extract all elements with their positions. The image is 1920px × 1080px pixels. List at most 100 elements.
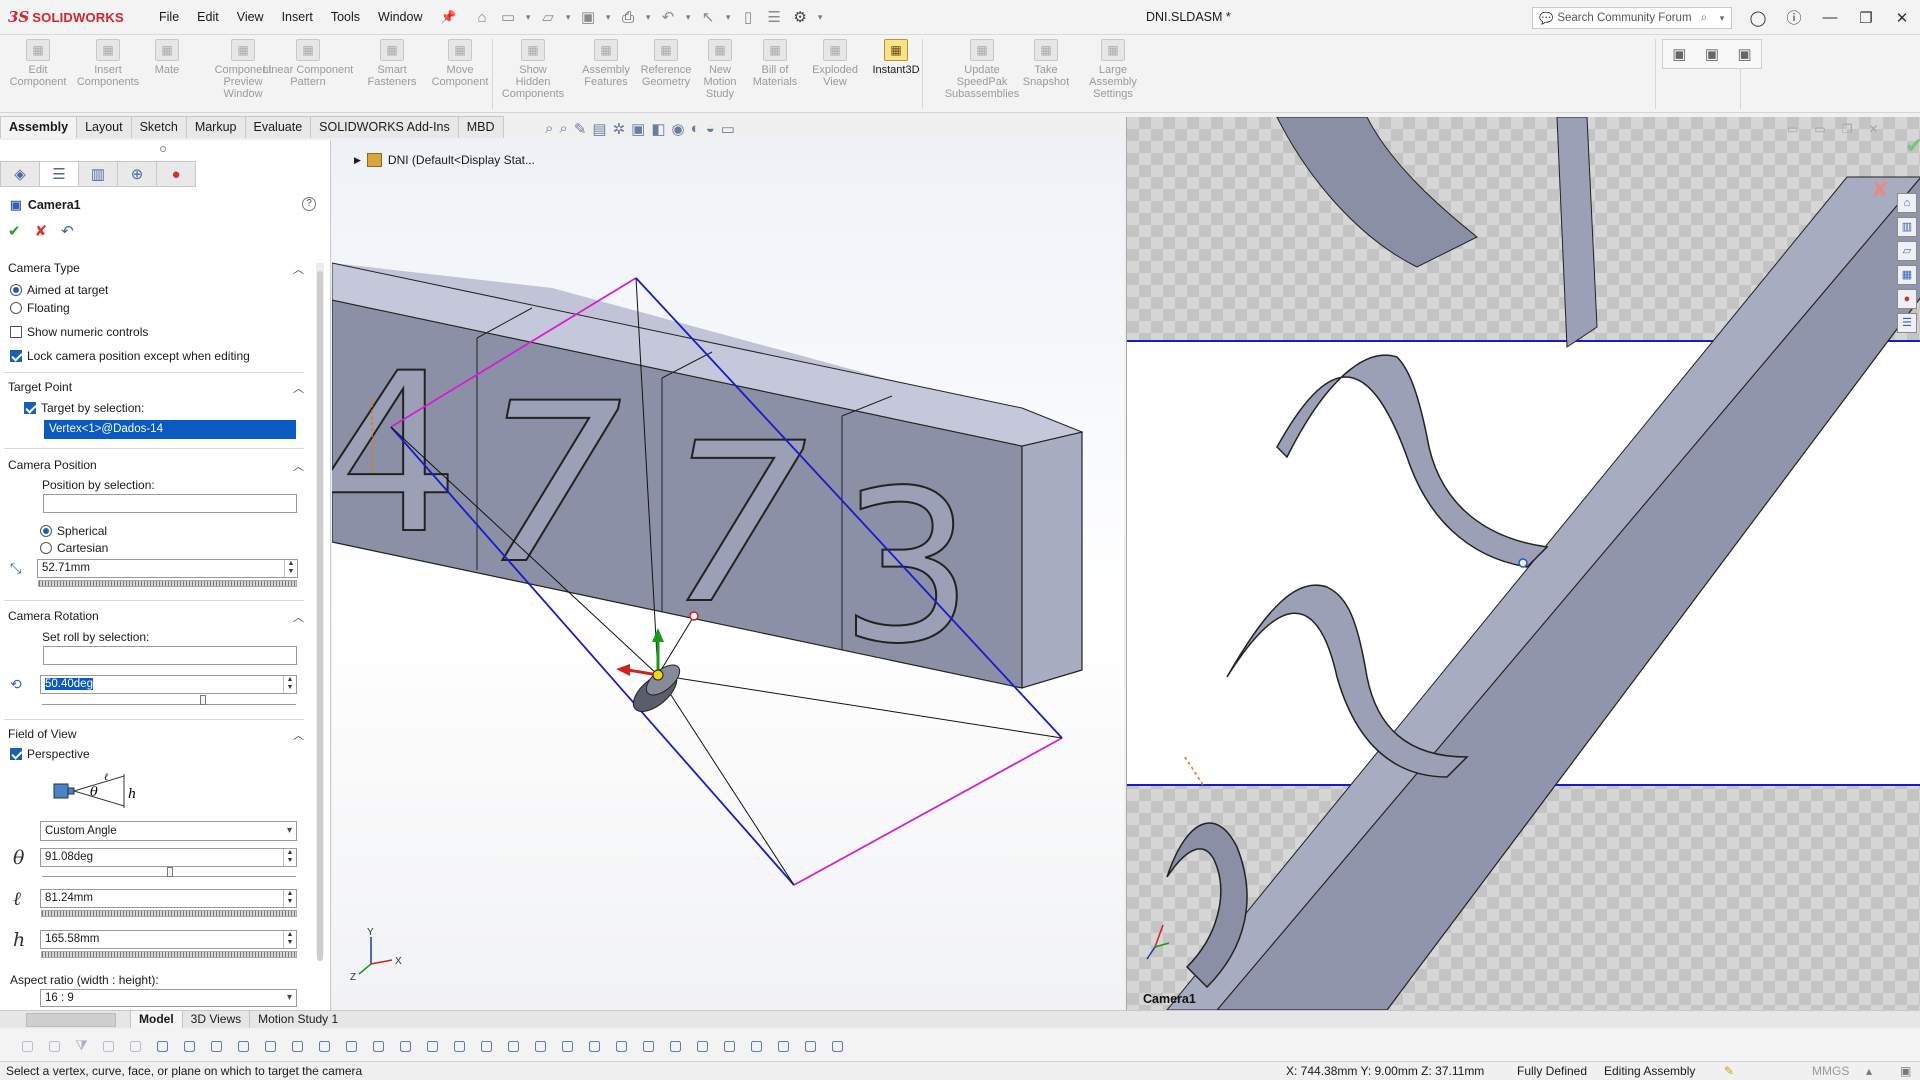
zoom-area-icon[interactable]: ⌕ bbox=[559, 120, 567, 138]
radio-button[interactable] bbox=[10, 302, 22, 314]
undo-icon[interactable]: ↶ bbox=[657, 6, 679, 28]
solidworks-logo[interactable]: 3S SOLIDWORKS bbox=[8, 8, 148, 26]
command-pattern[interactable]: ▦ Linear Component Pattern bbox=[258, 39, 358, 88]
view-orientation-icon[interactable]: ▣ bbox=[631, 120, 645, 138]
appearances-icon[interactable]: ● bbox=[1897, 289, 1917, 309]
scrollbar-thumb[interactable] bbox=[317, 271, 323, 961]
filter-surface-finish-icon[interactable]: ▢ bbox=[504, 1036, 523, 1055]
search-icon[interactable]: ⌕ bbox=[1695, 12, 1713, 25]
filter-edge-icon[interactable]: ▢ bbox=[180, 1036, 199, 1055]
tab-layout[interactable]: Layout bbox=[76, 116, 132, 138]
chevron-down-icon[interactable]: ▾ bbox=[603, 12, 613, 23]
restore-icon[interactable]: ❐ bbox=[1848, 9, 1884, 27]
select-arrow-icon[interactable]: ↖ bbox=[697, 6, 719, 28]
filter-gtol-icon[interactable]: ▢ bbox=[531, 1036, 550, 1055]
dynamic-annotation-icon[interactable]: ✲ bbox=[613, 120, 626, 138]
configuration-manager-icon[interactable]: ▥ bbox=[78, 161, 118, 187]
collapse-chevron-icon[interactable]: ︿ bbox=[293, 261, 304, 277]
theta-slider[interactable] bbox=[42, 867, 296, 877]
filter-note-icon[interactable]: ▢ bbox=[558, 1036, 577, 1055]
filter-select-icon[interactable]: ▢ bbox=[99, 1036, 118, 1055]
previous-view-icon[interactable]: ✎ bbox=[574, 120, 587, 138]
filter-sketch-segment-icon[interactable]: ▢ bbox=[369, 1036, 388, 1055]
filter-weld-icon[interactable]: ▢ bbox=[612, 1036, 631, 1055]
checkbox[interactable] bbox=[24, 402, 36, 414]
view-settings-icon[interactable]: ▭ bbox=[721, 120, 735, 138]
radio-button[interactable] bbox=[40, 525, 52, 537]
panel-grip[interactable] bbox=[160, 146, 166, 152]
triad-origin[interactable] bbox=[652, 669, 664, 681]
section-camera-rotation[interactable]: Camera Rotation ︿ bbox=[8, 609, 304, 625]
filter-sketch-point-icon[interactable]: ▢ bbox=[342, 1036, 361, 1055]
collapse-chevron-icon[interactable]: ︿ bbox=[293, 609, 304, 625]
tab-evaluate[interactable]: Evaluate bbox=[244, 116, 312, 138]
height-field[interactable]: 165.58mm ▲ ▼ bbox=[40, 930, 297, 949]
roll-field[interactable]: 50.40deg ▲ ▼ bbox=[40, 675, 297, 694]
undo-icon[interactable]: ↶ bbox=[61, 222, 74, 240]
model-scene[interactable]: 4 7 7 3 Y X Z bbox=[332, 140, 1124, 1010]
user-icon[interactable]: ◯ bbox=[1740, 9, 1776, 27]
radio-floating[interactable]: Floating bbox=[10, 301, 70, 315]
filter-more-icon[interactable]: ▢ bbox=[828, 1036, 847, 1055]
filter-datum-target-icon[interactable]: ▢ bbox=[666, 1036, 685, 1055]
scene-icon[interactable]: ◒ bbox=[706, 120, 715, 138]
slider-thumb[interactable] bbox=[167, 867, 173, 877]
options-gear-icon[interactable]: ⚙ bbox=[789, 6, 811, 28]
filter-face-icon[interactable]: ▢ bbox=[207, 1036, 226, 1055]
camera-viewport[interactable]: ✔ ✘ ▭ ▭ ❐ ✕ ⌂ ▥ ▱ ▦ ● ☰ Camera1 bbox=[1126, 117, 1920, 1010]
feature-manager-icon[interactable]: ◈ bbox=[0, 161, 40, 187]
confirm-corner-check-icon[interactable]: ✔ bbox=[1905, 133, 1920, 158]
filter-midpoint-icon[interactable]: ▢ bbox=[396, 1036, 415, 1055]
command-speedpak[interactable]: ▦ Update SpeedPak Subassemblies bbox=[933, 39, 1031, 100]
spin-arrows-icon[interactable]: ▲ ▼ bbox=[283, 849, 296, 866]
filter-center-mark-icon[interactable]: ▢ bbox=[423, 1036, 442, 1055]
section-field-of-view[interactable]: Field of View ︿ bbox=[8, 727, 304, 743]
slider-thumb[interactable] bbox=[200, 695, 206, 705]
command-motion-study[interactable]: ▦ New Motion Study bbox=[694, 39, 746, 100]
command-fastener[interactable]: ▦ Smart Fasteners bbox=[362, 39, 422, 88]
radio-button[interactable] bbox=[40, 542, 52, 554]
status-options-icon[interactable]: ▣ bbox=[1900, 1064, 1911, 1078]
filter-vertex-icon[interactable]: ▢ bbox=[153, 1036, 172, 1055]
cancel-x-icon[interactable]: ✘ bbox=[35, 222, 48, 240]
command-mate[interactable]: ▦ Mate bbox=[150, 39, 184, 76]
command-assembly-features[interactable]: ▦ Assembly Features bbox=[578, 39, 634, 88]
chevron-down-icon[interactable]: ▾ bbox=[723, 12, 733, 23]
menu-window[interactable]: Window bbox=[369, 0, 431, 35]
command-edit-component[interactable]: ▦ Edit Component bbox=[8, 39, 68, 88]
chevron-down-icon[interactable]: ▾ bbox=[523, 12, 533, 23]
radio-aimed[interactable]: Aimed at target bbox=[10, 283, 108, 297]
search-box[interactable]: 💬 Search Community Forum ⌕ ▾ bbox=[1532, 7, 1732, 29]
units-chevron-up-icon[interactable]: ▴ bbox=[1866, 1064, 1872, 1078]
filter-connection-icon[interactable]: ▢ bbox=[774, 1036, 793, 1055]
filter-clear-icon[interactable]: ▢ bbox=[45, 1036, 64, 1055]
tab-assembly[interactable]: Assembly bbox=[0, 116, 78, 138]
command-insert-components[interactable]: ▦ Insert Components bbox=[72, 39, 144, 88]
fov-preset-select[interactable]: Custom Angle ▾ bbox=[40, 821, 297, 841]
property-manager-icon[interactable]: ☰ bbox=[39, 161, 79, 187]
tab-model[interactable]: Model bbox=[130, 1011, 182, 1028]
radio-button[interactable] bbox=[10, 284, 22, 296]
filter-routing-icon[interactable]: ▢ bbox=[801, 1036, 820, 1055]
command-large-assembly[interactable]: ▦ Large Assembly Settings bbox=[1082, 39, 1144, 100]
filter-dimension-icon[interactable]: ▢ bbox=[477, 1036, 496, 1055]
filter-all-icon[interactable]: ⧩ bbox=[72, 1036, 91, 1055]
command-move[interactable]: ▦ Move Component bbox=[427, 39, 493, 88]
command-snapshot[interactable]: ▦ Take Snapshot bbox=[1018, 39, 1074, 88]
filter-surface-icon[interactable]: ▢ bbox=[234, 1036, 253, 1055]
filter-plane-icon[interactable]: ▢ bbox=[315, 1036, 334, 1055]
design-library-icon[interactable]: ▥ bbox=[1897, 217, 1917, 237]
custom-properties-icon[interactable]: ☰ bbox=[1897, 313, 1917, 333]
viewport-tile-icon[interactable]: ▭ bbox=[1814, 122, 1825, 136]
tab-scroll-arrows[interactable] bbox=[26, 1012, 116, 1027]
collapse-chevron-icon[interactable]: ︿ bbox=[293, 380, 304, 396]
camera-stop-icon[interactable]: ▣ bbox=[1738, 45, 1752, 63]
viewport-minimize-icon[interactable]: ▭ bbox=[1787, 122, 1798, 136]
spin-arrows-icon[interactable]: ▲ ▼ bbox=[283, 890, 296, 907]
filter-cosmetic-thread-icon[interactable]: ▢ bbox=[693, 1036, 712, 1055]
chevron-down-icon[interactable]: ▾ bbox=[563, 12, 573, 23]
menu-file[interactable]: File bbox=[150, 0, 188, 35]
checkbox-target-by-selection[interactable]: Target by selection: bbox=[24, 401, 144, 415]
ok-check-icon[interactable]: ✔ bbox=[8, 222, 21, 240]
close-icon[interactable]: ✕ bbox=[1884, 9, 1920, 27]
